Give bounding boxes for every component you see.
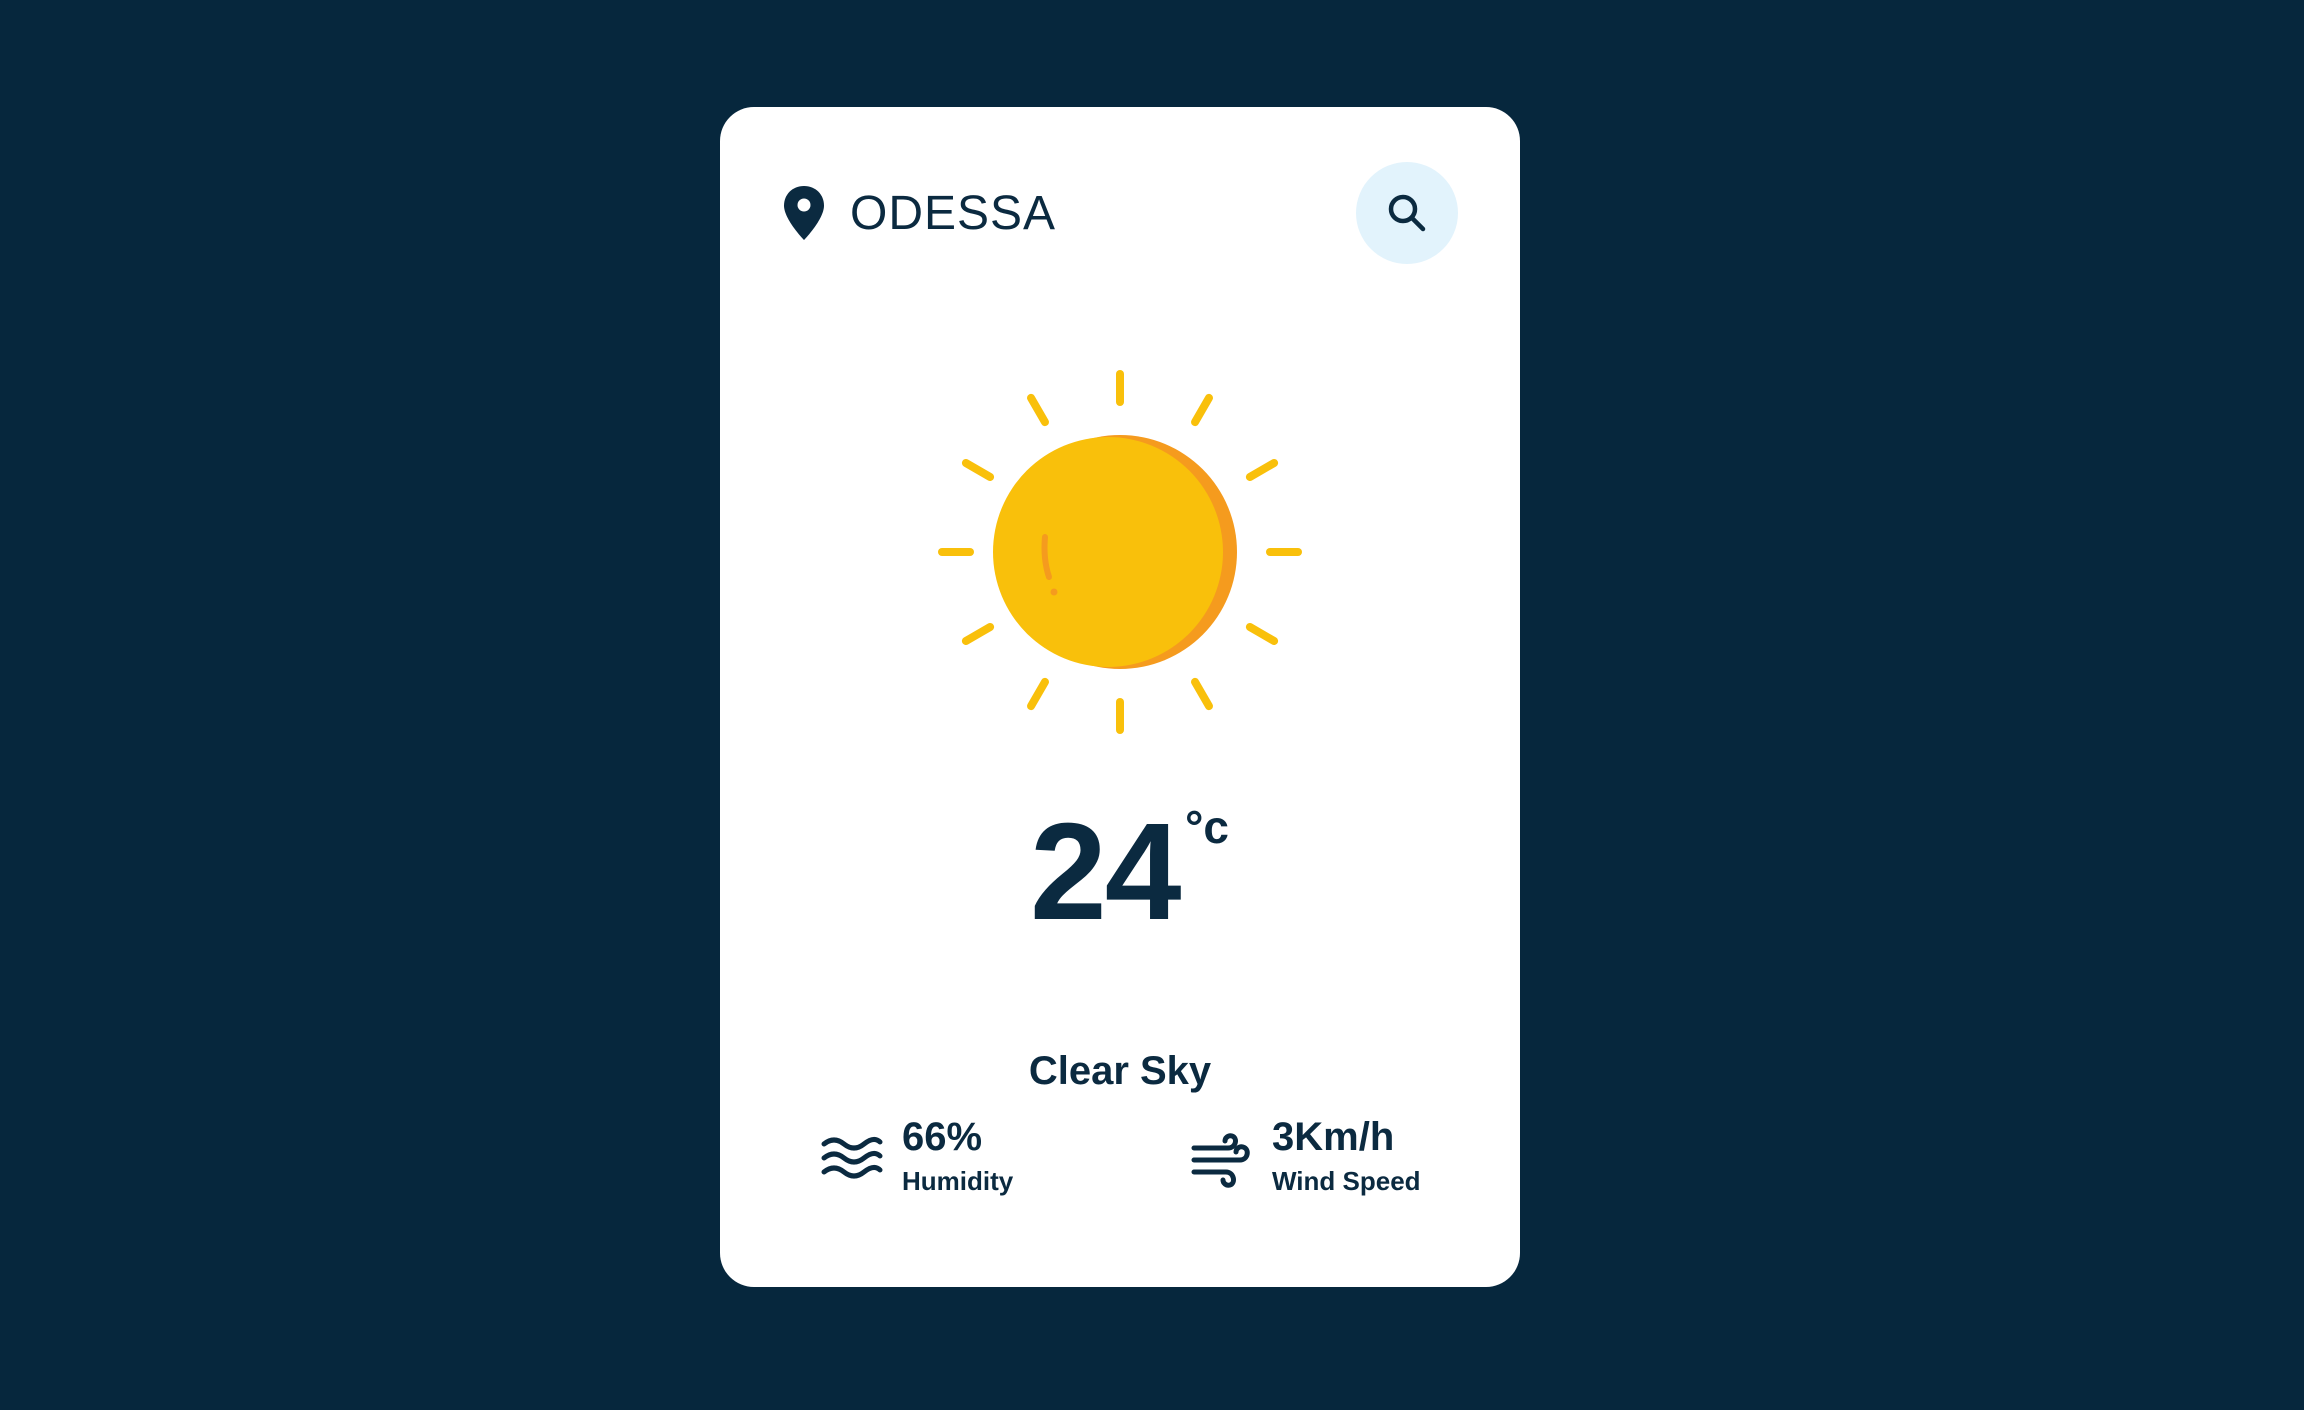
humidity-label: Humidity <box>902 1166 1014 1196</box>
temperature-value: 24 <box>1030 795 1181 949</box>
map-pin-icon <box>784 186 824 240</box>
search-icon <box>1388 194 1426 232</box>
temperature-block: 24 °c Clear Sky <box>720 795 1520 1093</box>
temperature-unit: °c <box>1185 801 1229 853</box>
location: ODESSA <box>782 162 1056 264</box>
weather-illustration <box>935 367 1305 737</box>
weather-condition: Clear Sky <box>1028 1049 1212 1093</box>
humidity-value: 66% <box>902 1115 983 1159</box>
search-button[interactable] <box>1356 162 1458 264</box>
sun-icon <box>938 370 1302 734</box>
wind-speed-label: Wind Speed <box>1272 1166 1421 1196</box>
city-name: ODESSA <box>850 186 1057 240</box>
humidity-waves-icon <box>821 1136 883 1179</box>
weather-card: ODESSA 24 °c Clear Sky 66% Humidity 3Km/… <box>720 107 1520 1287</box>
wind-icon <box>1191 1133 1250 1188</box>
card-header: ODESSA <box>782 162 1458 264</box>
wind-speed-value: 3Km/h <box>1272 1115 1395 1159</box>
